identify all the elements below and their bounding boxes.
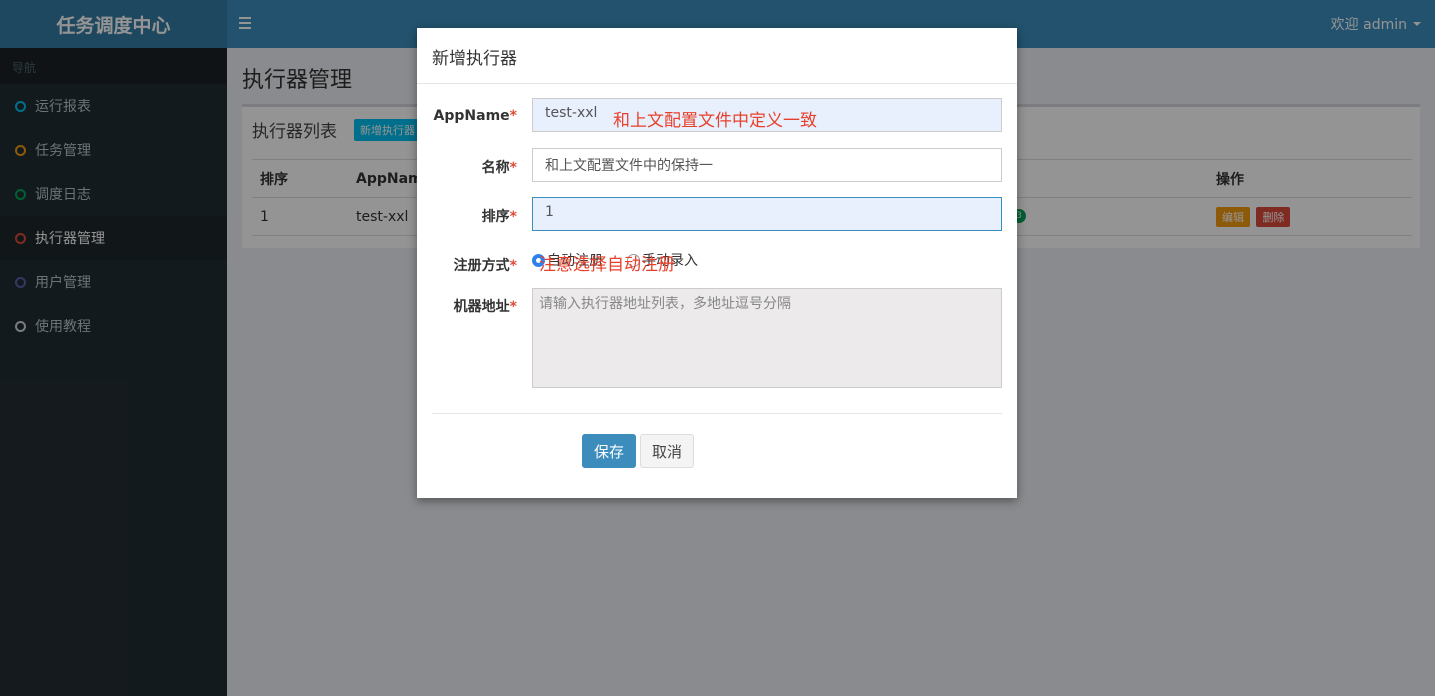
register-label: 注册方式* bbox=[453, 258, 517, 274]
appname-annotation: 和上文配置文件中定义一致 bbox=[613, 111, 817, 131]
modal-title: 新增执行器 bbox=[417, 28, 1017, 84]
order-label: 排序* bbox=[481, 209, 517, 225]
name-label: 名称* bbox=[481, 160, 517, 176]
name-input[interactable]: 和上文配置文件中的保持一 bbox=[532, 148, 1002, 182]
save-button[interactable]: 保存 bbox=[582, 434, 636, 468]
order-input[interactable]: 1 bbox=[532, 197, 1002, 231]
cancel-button[interactable]: 取消 bbox=[640, 434, 694, 468]
address-label: 机器地址* bbox=[453, 299, 517, 315]
address-textarea[interactable]: 请输入执行器地址列表，多地址逗号分隔 bbox=[532, 288, 1002, 388]
modal-divider bbox=[432, 413, 1002, 414]
app: 任务调度中心 欢迎 admin 导航 运行报表 任务管理 调度日志 执行器管理 bbox=[0, 0, 1435, 696]
register-annotation: 注意选择自动注册 bbox=[539, 255, 675, 275]
appname-label: AppName* bbox=[433, 108, 517, 124]
add-executor-modal: 新增执行器 AppName* test-xxl 和上文配置文件中定义一致 名称*… bbox=[417, 28, 1017, 498]
